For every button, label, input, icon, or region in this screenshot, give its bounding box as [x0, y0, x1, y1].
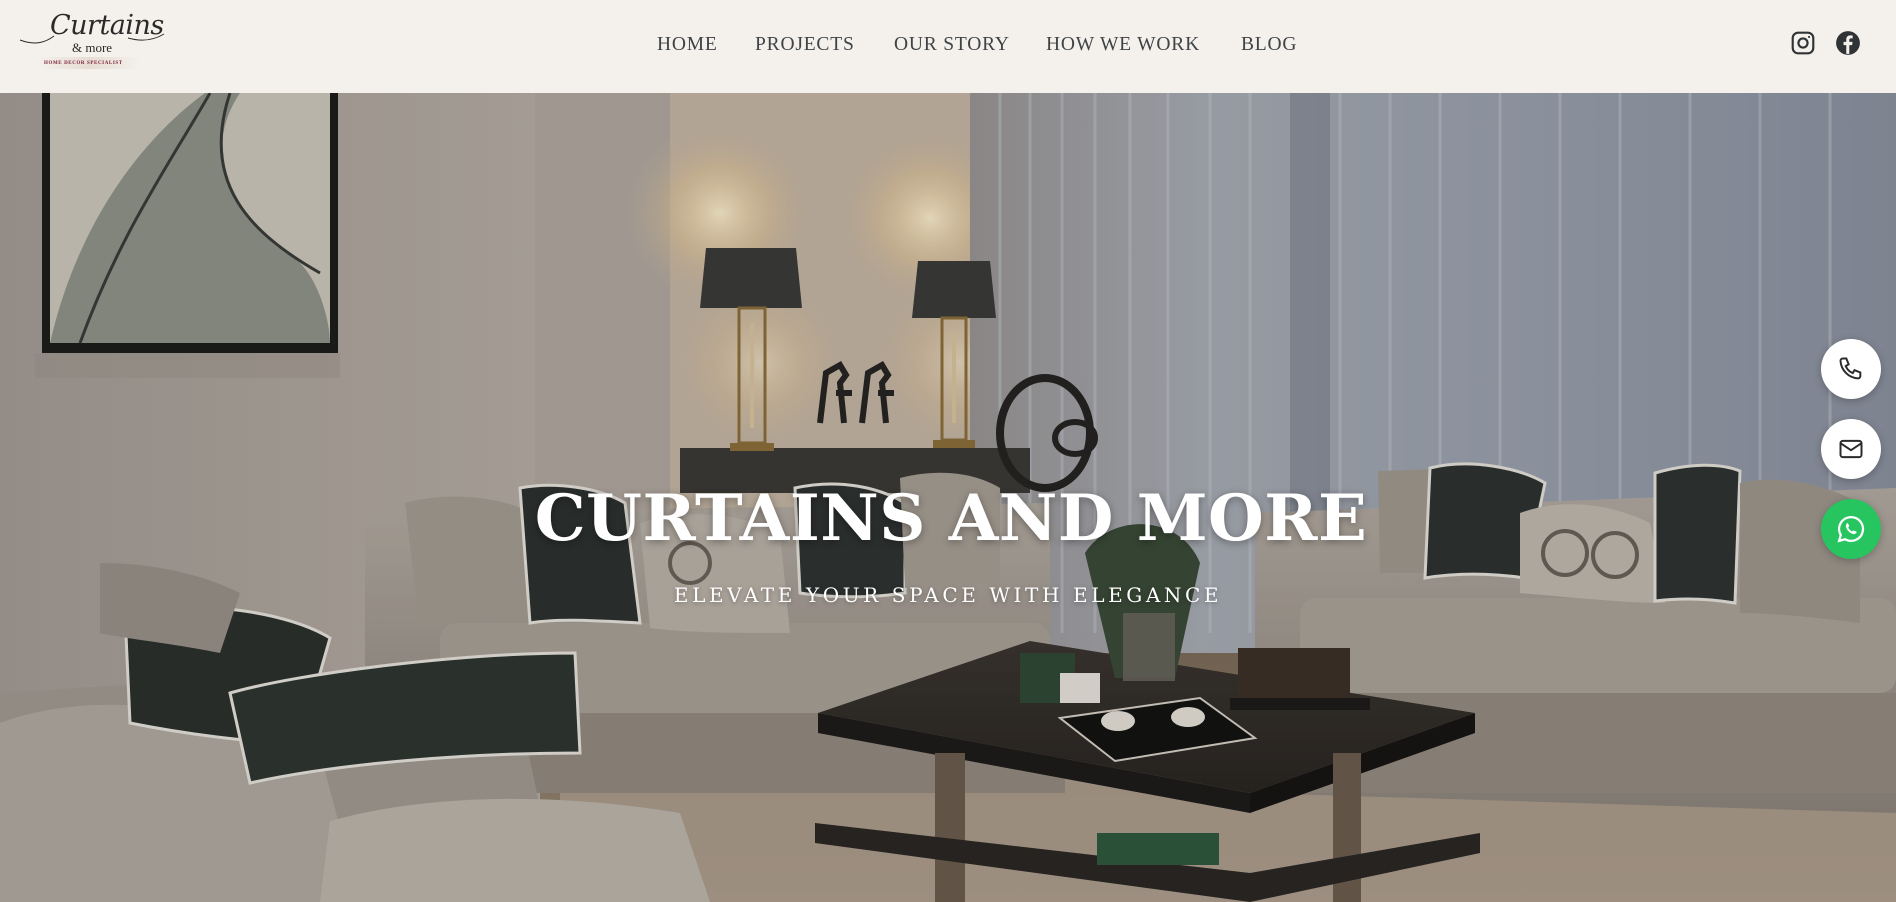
facebook-icon[interactable] [1835, 30, 1861, 56]
email-button[interactable] [1821, 419, 1881, 479]
nav-projects[interactable]: PROJECTS [755, 33, 855, 57]
main-nav: HOME PROJECTS OUR STORY HOW WE WORK BLOG [0, 33, 1896, 57]
logo-tagline: HOME DECOR SPECIALIST [44, 61, 123, 66]
mail-icon [1839, 439, 1863, 459]
whatsapp-button[interactable] [1821, 499, 1881, 559]
nav-how-we-work[interactable]: HOW WE WORK [1046, 33, 1200, 57]
instagram-icon[interactable] [1790, 30, 1816, 56]
hero-section: CURTAINS AND MORE ELEVATE YOUR SPACE WIT… [0, 93, 1896, 902]
phone-button[interactable] [1821, 339, 1881, 399]
site-header: Curtains & more HOME DECOR SPECIALIST HO… [0, 0, 1896, 93]
nav-our-story[interactable]: OUR STORY [894, 33, 1010, 57]
nav-home[interactable]: HOME [657, 33, 718, 57]
whatsapp-icon [1837, 515, 1865, 543]
hero-title: CURTAINS AND MORE [534, 481, 1368, 556]
hero-subtitle: ELEVATE YOUR SPACE WITH ELEGANCE [673, 583, 1223, 607]
phone-icon [1839, 357, 1862, 380]
nav-blog[interactable]: BLOG [1241, 33, 1297, 57]
